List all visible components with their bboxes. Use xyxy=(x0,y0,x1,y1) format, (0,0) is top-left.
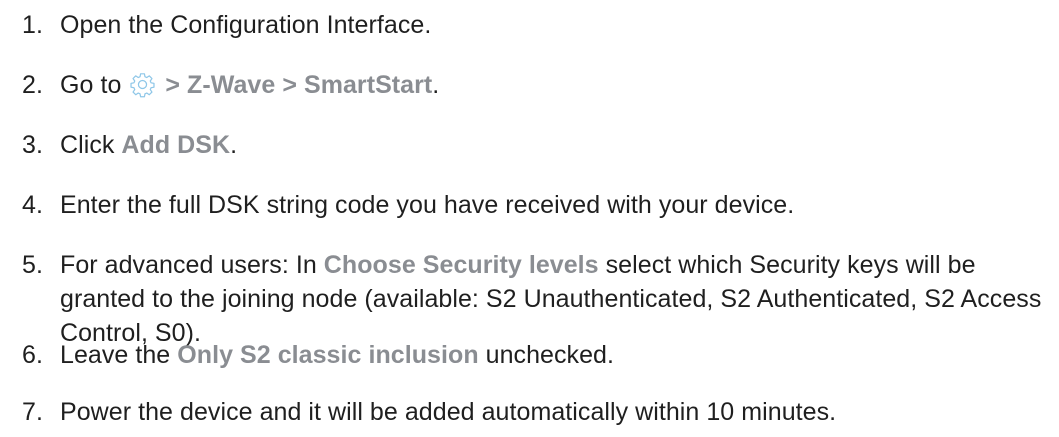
step-6: 6. Leave the Only S2 classic inclusion u… xyxy=(22,338,614,372)
step-5: 5. For advanced users: In Choose Securit… xyxy=(22,248,1055,350)
step-number: 3. xyxy=(22,131,43,159)
step-text: Open the Configuration Interface. xyxy=(60,8,431,42)
step-text-part: unchecked. xyxy=(478,341,615,369)
step-text: Go to > Z-Wave > SmartStart. xyxy=(60,68,439,102)
step-text: Enter the full DSK string code you have … xyxy=(60,188,794,222)
step-number: 6. xyxy=(22,341,43,369)
step-text-part: Go to xyxy=(60,71,129,99)
step-number: 1. xyxy=(22,11,43,39)
step-number: 2. xyxy=(22,71,43,99)
add-dsk-label: Add DSK xyxy=(121,131,231,159)
step-text: For advanced users: In Choose Security l… xyxy=(60,248,1055,350)
step-number: 7. xyxy=(22,398,43,426)
step-number: 4. xyxy=(22,191,43,219)
step-text-part: Open the Configuration Interface. xyxy=(60,11,432,39)
step-4: 4. Enter the full DSK string code you ha… xyxy=(22,188,794,222)
step-text-part: . xyxy=(230,131,238,159)
s2-classic-inclusion-label: Only S2 classic inclusion xyxy=(177,341,479,369)
step-text-part: Leave the xyxy=(60,341,178,369)
security-levels-label: Choose Security levels xyxy=(323,251,599,279)
step-text: Leave the Only S2 classic inclusion unch… xyxy=(60,338,614,372)
gear-icon xyxy=(129,71,156,98)
step-1: 1. Open the Configuration Interface. xyxy=(22,8,431,42)
step-3: 3. Click Add DSK. xyxy=(22,128,237,162)
step-text-part: Click xyxy=(60,131,122,159)
step-text-part: Power the device and it will be added au… xyxy=(60,398,837,426)
step-text-part: For advanced users: In xyxy=(60,251,324,279)
step-text: Power the device and it will be added au… xyxy=(60,395,836,429)
step-text-part: Enter the full DSK string code you have … xyxy=(60,191,795,219)
step-2: 2. Go to > Z-Wave > SmartStart. xyxy=(22,68,439,102)
step-number: 5. xyxy=(22,251,43,279)
menu-path: > Z-Wave > SmartStart xyxy=(158,71,433,99)
step-text: Click Add DSK. xyxy=(60,128,237,162)
step-text-part: . xyxy=(432,71,440,99)
step-7: 7. Power the device and it will be added… xyxy=(22,395,836,429)
